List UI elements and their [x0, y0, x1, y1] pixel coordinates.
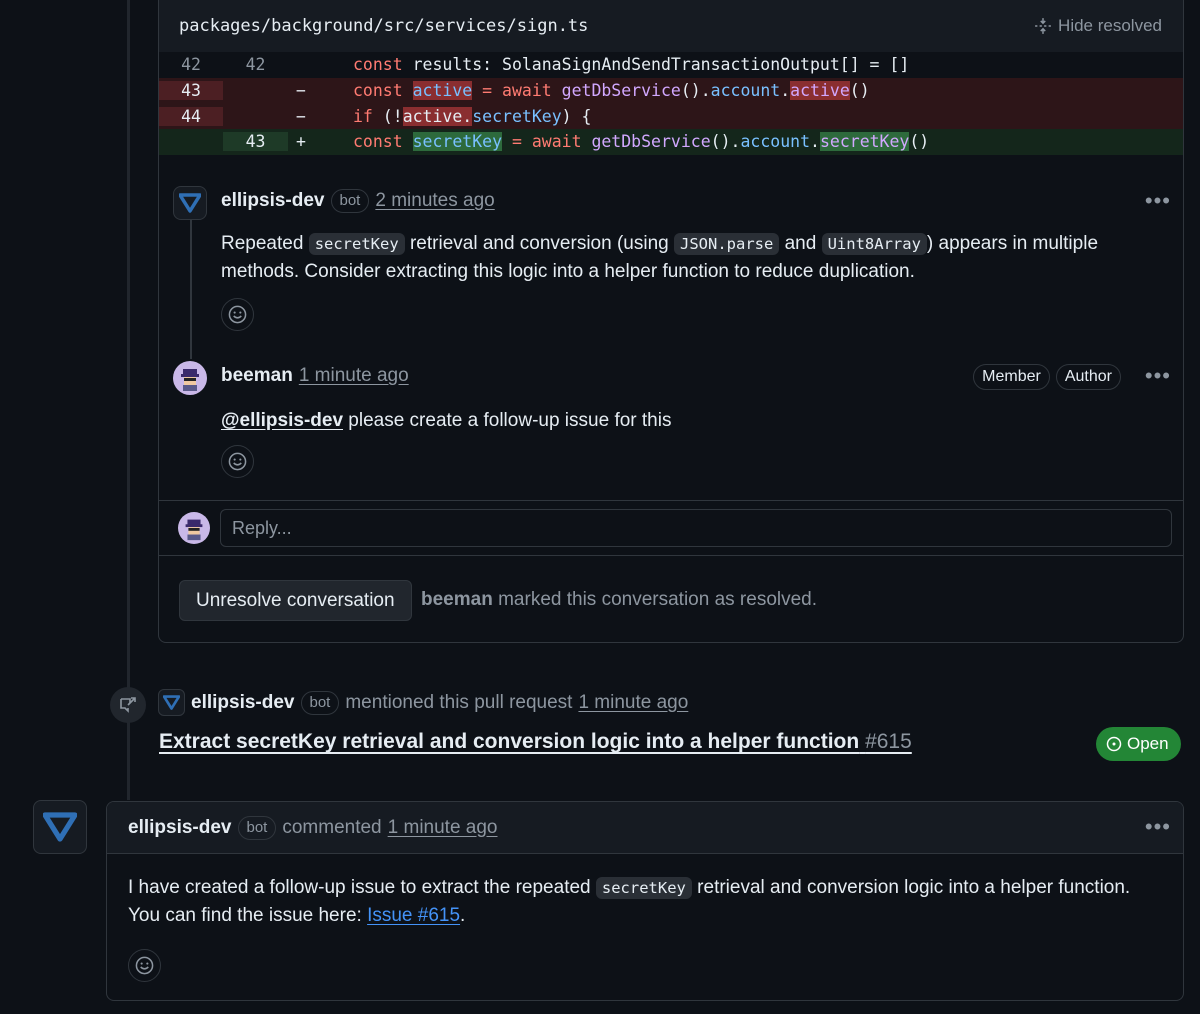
role-badges: Member Author [973, 364, 1121, 390]
resolved-status: beeman marked this conversation as resol… [421, 589, 818, 610]
review-thread: packages/background/src/services/sign.ts… [158, 0, 1184, 643]
beeman-avatar-icon [185, 519, 203, 541]
timestamp[interactable]: 1 minute ago [388, 817, 498, 839]
comment-body: I have created a follow-up issue to extr… [128, 877, 1131, 926]
cross-reference-icon [120, 697, 136, 713]
new-line-number[interactable]: 42 [223, 55, 288, 74]
hide-resolved-label: Hide resolved [1058, 15, 1162, 35]
mention-event: ellipsis-dev bot mentioned this pull req… [158, 689, 688, 716]
diff-sign: + [296, 132, 306, 152]
issue-open-icon [1106, 736, 1122, 752]
diff-sign: − [296, 81, 306, 101]
author-badge: Author [1055, 364, 1121, 390]
new-line-number[interactable]: 43 [223, 132, 288, 152]
author-name[interactable]: ellipsis-dev [128, 817, 232, 839]
diff-row: 42 42 const results: SolanaSignAndSendTr… [159, 52, 1183, 78]
reply-input[interactable]: Reply... [220, 509, 1172, 547]
hide-resolved-button[interactable]: Hide resolved [1034, 16, 1162, 36]
code-line: const active = await getDbService().acco… [353, 81, 870, 101]
code-line: const secretKey = await getDbService().a… [353, 132, 930, 152]
cross-reference-event-icon [110, 687, 146, 723]
diff-row: 43 + const secretKey = await getDbServic… [159, 129, 1183, 155]
ellipsis-logo-icon [43, 812, 77, 842]
avatar[interactable] [33, 800, 87, 854]
comment-body: Repeated secretKey retrieval and convers… [221, 233, 1099, 282]
timestamp[interactable]: 1 minute ago [578, 692, 688, 714]
add-reaction-button[interactable] [221, 445, 254, 478]
review-comment: beeman 1 minute ago Member Author ••• @e… [159, 361, 1183, 478]
comment-header: ellipsis-dev bot 2 minutes ago [221, 186, 1183, 216]
issue-link[interactable]: Issue #615 [367, 905, 460, 926]
old-line-number[interactable]: 44 [159, 106, 223, 126]
beeman-avatar-icon [181, 369, 199, 391]
reply-row: Reply... [159, 500, 1183, 556]
author-name[interactable]: ellipsis-dev [221, 190, 325, 212]
code-line: if (!active.secretKey) { [353, 106, 592, 126]
diff-row: 44 − if (!active.secretKey) { [159, 103, 1183, 130]
add-reaction-button[interactable] [221, 298, 254, 331]
avatar[interactable] [173, 361, 207, 395]
old-line-number[interactable]: 43 [159, 81, 223, 101]
kebab-menu-icon[interactable]: ••• [1145, 363, 1171, 389]
timestamp[interactable]: 2 minutes ago [375, 190, 494, 212]
author-name[interactable]: ellipsis-dev [191, 692, 295, 714]
comment-action: commented [282, 816, 382, 838]
review-comment: ellipsis-dev bot 2 minutes ago ••• Repea… [159, 186, 1183, 331]
kebab-menu-icon[interactable]: ••• [1145, 188, 1171, 214]
smiley-icon [228, 452, 247, 471]
comment-header: ellipsis-dev bot commented 1 minute ago … [107, 802, 1183, 854]
code-line: const results: SolanaSignAndSendTransact… [353, 55, 910, 75]
smiley-icon [135, 956, 154, 975]
bot-badge: bot [237, 815, 277, 840]
avatar[interactable] [158, 689, 185, 716]
ellipsis-logo-icon [179, 193, 201, 213]
status-badge: Open [1096, 727, 1181, 761]
old-line-number[interactable]: 42 [159, 55, 223, 74]
timestamp[interactable]: 1 minute ago [299, 365, 409, 387]
avatar[interactable] [173, 186, 207, 220]
event-action: mentioned this pull request [345, 691, 573, 713]
kebab-menu-icon[interactable]: ••• [1145, 814, 1171, 840]
bot-badge: bot [300, 690, 340, 715]
timeline-comment: ellipsis-dev bot commented 1 minute ago … [106, 801, 1184, 1001]
diff-row: 43 − const active = await getDbService()… [159, 77, 1183, 104]
pr-title-link[interactable]: Extract secretKey retrieval and conversi… [159, 730, 912, 754]
timeline-line [127, 0, 130, 800]
diff-table: 42 42 const results: SolanaSignAndSendTr… [159, 52, 1183, 155]
fold-icon [1035, 17, 1051, 34]
mention-link[interactable]: @ellipsis-dev [221, 410, 343, 431]
author-name[interactable]: beeman [221, 365, 293, 387]
file-path[interactable]: packages/background/src/services/sign.ts [179, 16, 588, 36]
add-reaction-button[interactable] [128, 949, 161, 982]
comment-body: @ellipsis-dev please create a follow-up … [221, 410, 672, 431]
file-header: packages/background/src/services/sign.ts… [159, 0, 1183, 52]
unresolve-conversation-button[interactable]: Unresolve conversation [179, 580, 412, 621]
pr-number: #615 [865, 730, 912, 753]
resolved-user[interactable]: beeman [421, 589, 493, 610]
bot-badge: bot [330, 189, 370, 213]
avatar [178, 512, 210, 544]
diff-sign: − [296, 106, 306, 126]
ellipsis-logo-icon [163, 695, 180, 710]
member-badge: Member [973, 364, 1050, 390]
smiley-icon [228, 305, 247, 324]
